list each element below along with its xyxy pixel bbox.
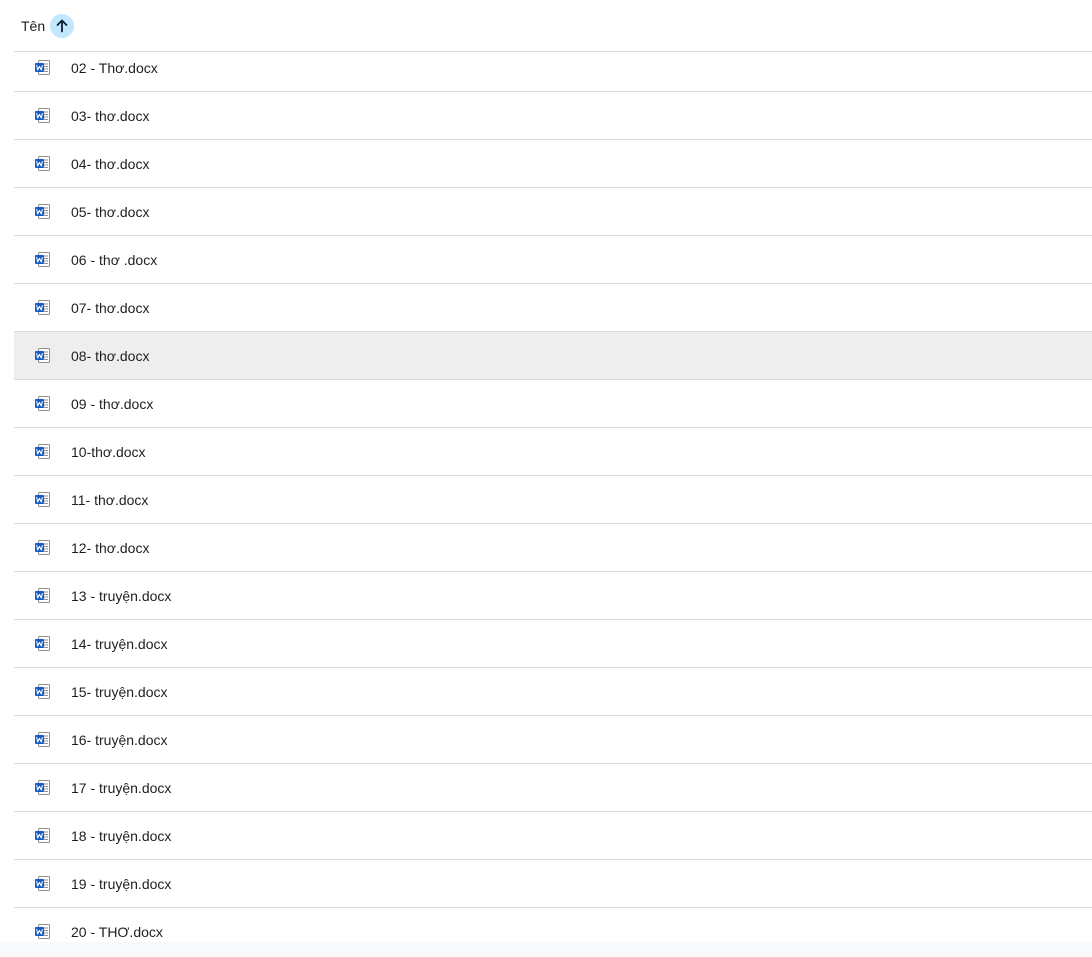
file-name: 07- thơ.docx: [71, 299, 150, 316]
file-row[interactable]: 17 - truyện.docx: [14, 764, 1092, 812]
file-row[interactable]: 05- thơ.docx: [14, 188, 1092, 236]
file-name: 18 - truyện.docx: [71, 827, 172, 844]
file-name: 09 - thơ.docx: [71, 395, 154, 412]
file-name: 20 - THƠ.docx: [71, 923, 163, 940]
file-list: 02 - Thơ.docx 03- thơ.docx 04- thơ.docx …: [14, 44, 1092, 942]
file-name: 06 - thơ .docx: [71, 251, 158, 268]
word-doc-icon: [34, 875, 51, 892]
word-doc-icon: [34, 347, 51, 364]
arrow-up-icon: [56, 19, 68, 32]
file-row[interactable]: 04- thơ.docx: [14, 140, 1092, 188]
file-row[interactable]: 18 - truyện.docx: [14, 812, 1092, 860]
name-column-label[interactable]: Tên: [21, 18, 45, 34]
word-doc-icon: [34, 443, 51, 460]
file-name: 14- truyện.docx: [71, 635, 168, 652]
file-row[interactable]: 20 - THƠ.docx: [14, 908, 1092, 942]
word-doc-icon: [34, 107, 51, 124]
word-doc-icon: [34, 251, 51, 268]
file-row[interactable]: 09 - thơ.docx: [14, 380, 1092, 428]
sort-button[interactable]: [50, 13, 75, 38]
word-doc-icon: [34, 635, 51, 652]
word-doc-icon: [34, 491, 51, 508]
file-name: 12- thơ.docx: [71, 539, 150, 556]
file-name: 05- thơ.docx: [71, 203, 150, 220]
file-name: 16- truyện.docx: [71, 731, 168, 748]
word-doc-icon: [34, 299, 51, 316]
file-row[interactable]: 08- thơ.docx: [14, 332, 1092, 380]
file-name: 19 - truyện.docx: [71, 875, 172, 892]
file-row[interactable]: 07- thơ.docx: [14, 284, 1092, 332]
file-row[interactable]: 10-thơ.docx: [14, 428, 1092, 476]
file-row[interactable]: 12- thơ.docx: [14, 524, 1092, 572]
file-name: 08- thơ.docx: [71, 347, 150, 364]
word-doc-icon: [34, 203, 51, 220]
word-doc-icon: [34, 587, 51, 604]
file-row[interactable]: 15- truyện.docx: [14, 668, 1092, 716]
word-doc-icon: [34, 683, 51, 700]
file-row[interactable]: 19 - truyện.docx: [14, 860, 1092, 908]
word-doc-icon: [34, 539, 51, 556]
file-row[interactable]: 16- truyện.docx: [14, 716, 1092, 764]
file-name: 03- thơ.docx: [71, 107, 150, 124]
file-row[interactable]: 11- thơ.docx: [14, 476, 1092, 524]
file-name: 15- truyện.docx: [71, 683, 168, 700]
word-doc-icon: [34, 155, 51, 172]
file-name: 04- thơ.docx: [71, 155, 150, 172]
file-name: 02 - Thơ.docx: [71, 59, 158, 76]
file-list-panel: Tên 02 - Thơ.docx 03- thơ.docx 04- thơ.d…: [0, 0, 1092, 942]
file-name: 13 - truyện.docx: [71, 587, 172, 604]
word-doc-icon: [34, 731, 51, 748]
word-doc-icon: [34, 59, 51, 76]
word-doc-icon: [34, 395, 51, 412]
file-name: 17 - truyện.docx: [71, 779, 172, 796]
file-row[interactable]: 06 - thơ .docx: [14, 236, 1092, 284]
word-doc-icon: [34, 923, 51, 940]
file-row[interactable]: 13 - truyện.docx: [14, 572, 1092, 620]
file-row[interactable]: 14- truyện.docx: [14, 620, 1092, 668]
word-doc-icon: [34, 827, 51, 844]
file-name: 10-thơ.docx: [71, 443, 146, 460]
file-name: 11- thơ.docx: [71, 491, 149, 508]
word-doc-icon: [34, 779, 51, 796]
file-row[interactable]: 02 - Thơ.docx: [14, 44, 1092, 92]
file-row[interactable]: 03- thơ.docx: [14, 92, 1092, 140]
